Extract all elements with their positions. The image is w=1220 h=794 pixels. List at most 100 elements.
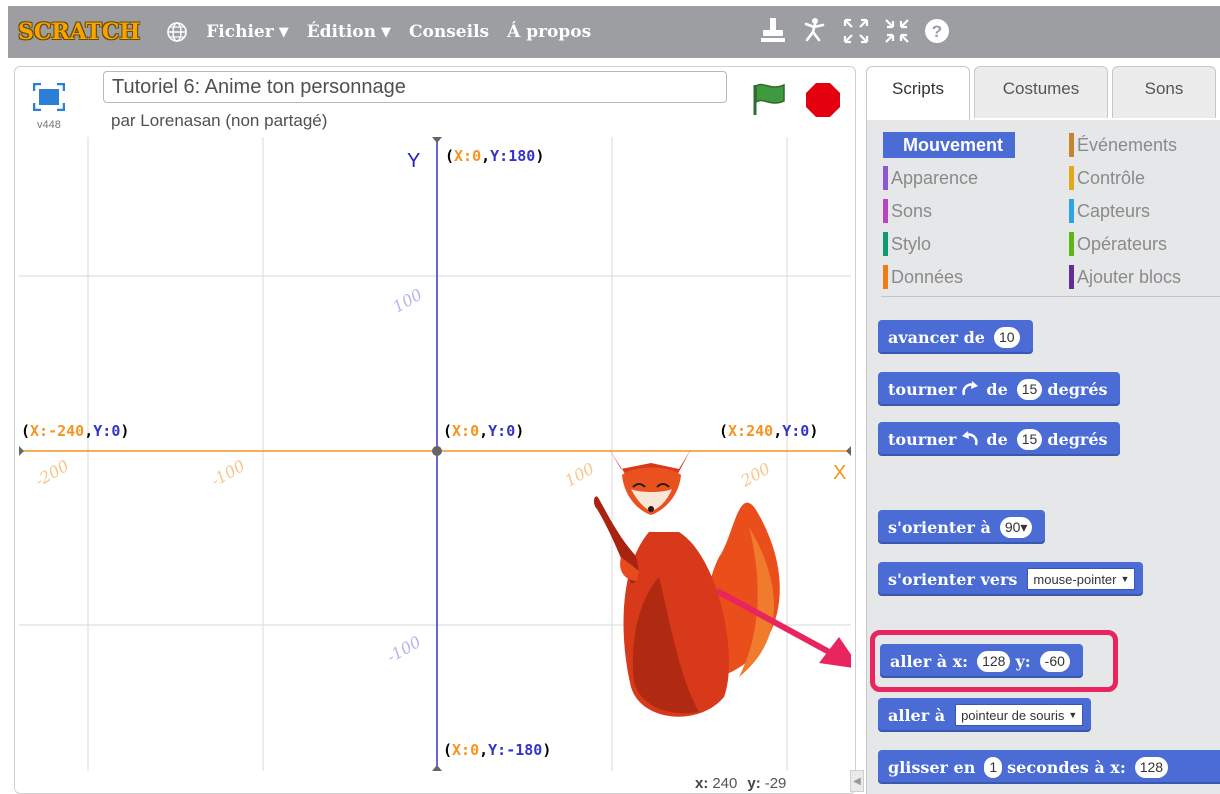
fullscreen-icon[interactable] [33,83,65,111]
block-text: de [986,429,1008,449]
category-operators[interactable]: Opérateurs [1069,231,1168,257]
left-marker [19,446,24,456]
category-more-blocks[interactable]: Ajouter blocs [1069,264,1182,290]
category-data-label: Données [891,267,964,287]
block-text: secondes à x: [1007,757,1126,777]
tab-sounds[interactable]: Sons [1112,66,1216,118]
tab-scripts[interactable]: Scripts [866,66,970,122]
y-axis-letter: Y [407,150,420,172]
block-text: avancer de [888,327,985,347]
project-title-input[interactable] [103,71,727,103]
block-text: s'orienter à [888,517,991,537]
category-control-label: Contrôle [1077,168,1146,188]
menu-about[interactable]: Á propos [507,22,591,42]
category-more-blocks-label: Ajouter blocs [1077,267,1182,287]
rotate-right-icon [962,381,979,396]
tick-x-100: 100 [562,459,598,491]
label-top: (X:0,Y:180) [445,147,544,165]
direction-input[interactable]: 90▾ [999,516,1033,538]
tick-y-neg100: -100 [384,632,425,666]
menu-edit-label: Édition [306,22,376,42]
category-events-label: Événements [1077,135,1178,155]
block-goto-target[interactable]: aller à pointeur de souris ▼ [878,698,1092,732]
menu-file[interactable]: Fichier ▼ [206,22,288,42]
block-turn-right[interactable]: tourner de 15 degrés [878,372,1120,406]
menu-file-label: Fichier [206,22,274,42]
grow-icon[interactable] [842,17,870,45]
editor-tabs: Scripts Costumes Sons [866,66,1220,122]
right-marker [846,446,851,456]
category-pen[interactable]: Stylo [883,231,932,257]
category-operators-label: Opérateurs [1077,234,1168,254]
project-byline: par Lorenasan (non partagé) [111,111,328,130]
chevron-down-icon: ▼ [1120,574,1130,584]
tick-y-100: 100 [390,285,426,317]
palette-divider [881,296,1220,297]
origin-dot [432,446,442,456]
category-control[interactable]: Contrôle [1069,165,1146,191]
bottom-marker [432,765,442,771]
category-sensing[interactable]: Capteurs [1069,198,1150,224]
scratch-logo[interactable]: SCRATCH [18,19,140,45]
block-text: s'orienter vers [888,569,1018,589]
fox-sprite[interactable] [593,449,780,717]
towards-dropdown-value: mouse-pointer [1033,571,1117,587]
green-flag-icon[interactable] [750,81,788,117]
chevron-down-icon: ▼ [1068,710,1078,720]
duplicate-stamp-icon[interactable] [760,16,786,46]
block-text: tourner [888,429,957,449]
category-looks[interactable]: Apparence [883,165,978,191]
block-point-direction[interactable]: s'orienter à 90▾ [878,510,1046,544]
block-text: glisser en [888,757,976,777]
menu-tips[interactable]: Conseils [409,22,489,42]
tab-costumes[interactable]: Costumes [974,66,1108,118]
category-sound[interactable]: Sons [883,198,933,224]
block-text: de [986,379,1008,399]
block-text: aller à [888,705,946,725]
chevron-down-icon: ▼ [278,24,289,40]
scroll-left-button[interactable]: ◀ [850,770,864,792]
goto-dropdown-value: pointeur de souris [961,707,1065,723]
globe-icon[interactable] [166,21,188,43]
block-text: degrés [1047,429,1108,449]
chevron-left-icon: ◀ [853,775,861,787]
glide-x-input[interactable]: 128 [1134,756,1169,778]
category-events[interactable]: Événements [1069,132,1178,158]
block-text: tourner [888,379,957,399]
category-data[interactable]: Données [883,264,964,290]
glide-seconds-input[interactable]: 1 [984,756,1003,778]
block-move-steps[interactable]: avancer de 10 [878,320,1033,354]
highlight-frame [870,630,1118,692]
stage-header: v448 par Lorenasan (non partagé) [15,67,855,135]
svg-text:?: ? [932,22,942,41]
label-right: (X:240,Y:0) [719,422,818,440]
category-sound-label: Sons [891,201,933,221]
cut-scissors-icon[interactable] [799,16,829,46]
menu-edit[interactable]: Édition ▼ [307,22,391,42]
block-palette: Mouvement Événements Apparence Contrôle … [866,120,1220,794]
tick-x-neg200: -200 [32,456,73,490]
rotate-left-icon [962,431,979,446]
block-turn-left[interactable]: tourner de 15 degrés [878,422,1120,456]
coord-x-label: x: [695,775,709,792]
coord-y-value: -29 [764,775,787,792]
label-center: (X:0,Y:0) [443,422,524,440]
stage-canvas[interactable]: Y X (X:0,Y:180) (X:-240,Y:0) (X:0,Y:0) (… [19,137,851,771]
shrink-icon[interactable] [883,17,911,45]
towards-dropdown[interactable]: mouse-pointer ▼ [1027,568,1136,590]
category-pen-label: Stylo [891,234,932,254]
x-axis-letter: X [833,462,846,484]
label-bottom: (X:0,Y:-180) [443,741,551,759]
steps-input[interactable]: 10 [993,326,1020,348]
block-glide[interactable]: glisser en 1 secondes à x: 128 [878,750,1220,784]
block-point-towards[interactable]: s'orienter vers mouse-pointer ▼ [878,562,1144,596]
tick-x-200: 200 [737,459,774,491]
help-icon[interactable]: ? [924,18,950,44]
goto-dropdown[interactable]: pointeur de souris ▼ [955,704,1084,726]
degrees-input[interactable]: 15 [1016,378,1043,400]
stage-panel: v448 par Lorenasan (non partagé) Y [14,66,856,794]
degrees-input[interactable]: 15 [1016,428,1043,450]
category-motion[interactable]: Mouvement [883,132,1016,158]
stop-icon[interactable] [805,82,841,118]
menu-bar: SCRATCH Fichier ▼ Édition ▼ Conseils Á pro… [0,0,1220,64]
